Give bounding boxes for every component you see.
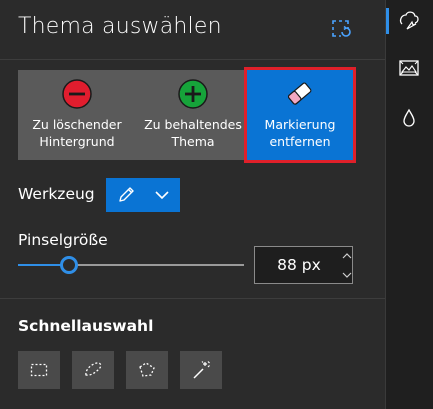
lasso-select-button[interactable]	[72, 351, 114, 389]
chevron-down-icon	[155, 191, 169, 200]
keep-subject-button[interactable]: Zu behaltendes Thema	[134, 70, 252, 160]
slider-thumb[interactable]	[60, 256, 78, 274]
rectangle-select-button[interactable]	[18, 351, 60, 389]
brush-size-input[interactable]: 88 px	[254, 246, 353, 284]
select-subject-panel: Thema auswählen Zu löschender Hintergrund…	[0, 0, 385, 409]
image-frame-icon	[399, 60, 419, 76]
select-region-icon[interactable]	[330, 18, 352, 40]
panel-title: Thema auswählen	[18, 14, 222, 39]
remove-background-label: Zu löschender Hintergrund	[32, 117, 122, 149]
rail-magic-select[interactable]	[386, 0, 432, 40]
remove-background-button[interactable]: Zu löschender Hintergrund	[18, 70, 136, 160]
pen-icon	[119, 187, 134, 202]
magic-wand-icon	[193, 361, 210, 379]
rail-effects[interactable]	[386, 98, 432, 138]
decrement-icon[interactable]	[341, 268, 353, 282]
remove-marking-label: Markierung entfernen	[264, 117, 336, 149]
active-indicator	[386, 8, 389, 34]
remove-marking-button[interactable]: Markierung entfernen	[244, 67, 356, 163]
eraser-icon	[287, 82, 312, 105]
magic-select-icon	[399, 11, 419, 30]
increment-icon[interactable]	[341, 249, 353, 263]
panel-header: Thema auswählen	[0, 0, 385, 60]
tool-dropdown[interactable]	[106, 178, 180, 212]
polygon-lasso-button[interactable]	[126, 351, 168, 389]
keep-subject-label: Zu behaltendes Thema	[144, 117, 242, 149]
section-divider	[0, 298, 385, 299]
brush-size-label: Pinselgröße	[18, 231, 108, 249]
water-drop-icon	[403, 108, 415, 127]
polygon-lasso-icon	[139, 362, 155, 377]
quick-select-label: Schnellauswahl	[18, 317, 154, 335]
lasso-select-icon	[85, 362, 102, 376]
side-rail	[385, 0, 433, 409]
minus-circle-icon	[62, 79, 92, 109]
brush-size-slider[interactable]	[18, 255, 244, 275]
tool-label: Werkzeug	[18, 185, 95, 203]
rectangle-select-icon	[30, 363, 48, 377]
magic-wand-button[interactable]	[180, 351, 222, 389]
plus-circle-icon	[178, 79, 208, 109]
rail-image-frame[interactable]	[386, 48, 432, 88]
brush-size-value: 88 px	[277, 256, 321, 274]
